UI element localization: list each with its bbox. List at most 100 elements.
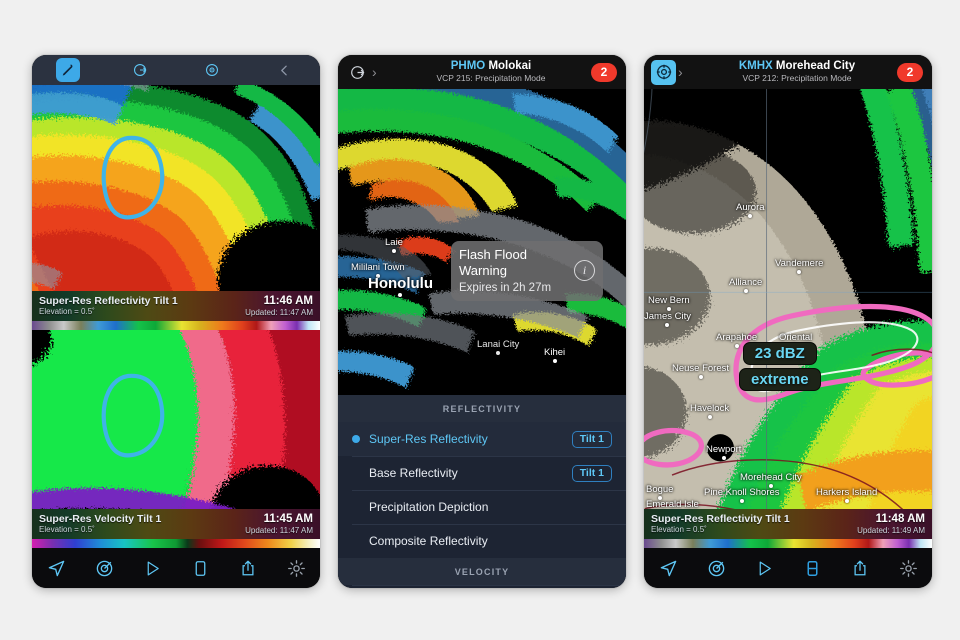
site-name: Molokai	[488, 60, 532, 73]
product-time: 11:46 AM	[263, 294, 313, 307]
panel2-header-left[interactable]: ›	[338, 60, 391, 85]
menu-item-base-reflectivity[interactable]: Base Reflectivity Tilt 1	[338, 456, 626, 490]
site-subtitle: VCP 212: Precipitation Mode	[742, 73, 852, 84]
collapse-chevron-icon[interactable]	[272, 58, 296, 82]
locate-icon[interactable]	[43, 555, 69, 581]
edit-icon[interactable]	[56, 58, 80, 82]
radar-icon[interactable]	[91, 555, 117, 581]
city-label: Pine Knoll Shores	[704, 487, 780, 503]
product-title: Super-Res Velocity Tilt 1	[39, 513, 162, 526]
alert-count-badge[interactable]: 2	[591, 62, 617, 82]
info-icon[interactable]: i	[574, 260, 595, 282]
flash-flood-warning-callout[interactable]: Flash Flood Warning Expires in 2h 27m i	[451, 241, 603, 301]
site-name: Morehead City	[775, 60, 856, 73]
city-label: James City	[644, 311, 691, 327]
phone-panel-kmhx-radar: › KMHX Morehead City VCP 212: Precipitat…	[644, 55, 932, 588]
expand-chevron-icon[interactable]: ›	[372, 65, 377, 79]
city-label: Morehead City	[740, 472, 802, 488]
menu-section-header: VELOCITY	[338, 558, 626, 585]
tilt-button[interactable]: Tilt 1	[571, 464, 612, 482]
split-pane-icon[interactable]	[799, 555, 825, 581]
radar-site-icon[interactable]	[651, 59, 676, 85]
share-icon[interactable]	[235, 555, 261, 581]
annotation-loop-top	[101, 135, 165, 220]
panel3-bottom-toolbar	[644, 548, 932, 588]
menu-section-header: REFLECTIVITY	[338, 395, 626, 422]
panel2-header: › PHMO Molokai VCP 215: Precipitation Mo…	[338, 55, 626, 89]
product-updated: Updated: 11:49 AM	[857, 526, 925, 536]
alert-count-badge[interactable]: 2	[897, 62, 923, 82]
panel1-bottom-toolbar	[32, 548, 320, 588]
panel3-header-title-block: KMHX Morehead City VCP 212: Precipitatio…	[697, 60, 897, 83]
city-label: Aurora	[736, 202, 765, 218]
product-title: Super-Res Reflectivity Tilt 1	[651, 513, 790, 526]
product-time: 11:45 AM	[263, 512, 313, 525]
panel1-velocity-map[interactable]: Super-Res Velocity Tilt 1 Elevation = 0.…	[32, 330, 320, 548]
city-label: Vandemere	[775, 258, 823, 274]
city-label: Laie	[385, 237, 403, 253]
layers-icon[interactable]	[128, 58, 152, 82]
phone-panel-product-menu: › PHMO Molokai VCP 215: Precipitation Mo…	[338, 55, 626, 588]
city-label: Newport	[706, 444, 741, 460]
panel1-reflectivity-map[interactable]: Super-Res Reflectivity Tilt 1 Elevation …	[32, 85, 320, 330]
product-menu-list: REFLECTIVITY Super-Res Reflectivity Tilt…	[338, 395, 626, 588]
alert-title: Flash Flood Warning	[459, 247, 527, 279]
city-label: Kihei	[544, 347, 565, 363]
city-label: Alliance	[729, 277, 762, 293]
menu-item-super-res-reflectivity[interactable]: Super-Res Reflectivity Tilt 1	[338, 422, 626, 456]
site-code: KMHX	[738, 60, 773, 73]
radar-site-icon[interactable]	[200, 58, 224, 82]
panel3-infobar: Super-Res Reflectivity Tilt 1 Elevation …	[644, 509, 932, 539]
annotation-loop-bottom	[101, 373, 165, 458]
selected-dot-icon	[352, 435, 360, 443]
reflectivity-descriptor: extreme	[739, 368, 821, 391]
panel2-header-title-block: PHMO Molokai VCP 215: Precipitation Mode	[391, 60, 591, 83]
radar-icon[interactable]	[703, 555, 729, 581]
city-label: Havelock	[690, 403, 729, 419]
panel3-header: › KMHX Morehead City VCP 212: Precipitat…	[644, 55, 932, 89]
menu-item-label: Precipitation Depiction	[369, 500, 489, 514]
panel3-map[interactable]: Aurora Vandemere Alliance New Bern James…	[644, 89, 932, 548]
reflectivity-colorbar	[32, 321, 320, 330]
city-label: New Bern	[648, 295, 690, 311]
velocity-colorbar	[32, 539, 320, 548]
single-pane-icon[interactable]	[187, 555, 213, 581]
tilt-button[interactable]: Tilt 1	[571, 430, 612, 448]
phone-panel-dual-view: Super-Res Reflectivity Tilt 1 Elevation …	[32, 55, 320, 588]
reflectivity-colorbar	[644, 539, 932, 548]
play-icon[interactable]	[139, 555, 165, 581]
city-label: Honolulu	[368, 275, 433, 297]
settings-icon[interactable]	[895, 555, 921, 581]
product-updated: Updated: 11:47 AM	[245, 526, 313, 536]
city-label: Lanai City	[477, 339, 519, 355]
menu-item-composite-reflectivity[interactable]: Composite Reflectivity	[338, 524, 626, 558]
play-icon[interactable]	[751, 555, 777, 581]
city-label: Bogue	[646, 484, 673, 500]
menu-item-precipitation-depiction[interactable]: Precipitation Depiction	[338, 490, 626, 524]
site-title: KMHX Morehead City	[697, 60, 897, 73]
site-subtitle: VCP 215: Precipitation Mode	[436, 73, 546, 84]
product-elevation: Elevation = 0.5˚	[39, 525, 95, 535]
share-icon[interactable]	[847, 555, 873, 581]
city-label: Harkers Island	[816, 487, 877, 503]
product-elevation: Elevation = 0.5˚	[39, 307, 95, 317]
product-elevation: Elevation = 0.5˚	[651, 525, 707, 535]
panel3-header-left[interactable]: ›	[644, 59, 697, 85]
alert-subtitle: Expires in 2h 27m	[459, 281, 552, 294]
panel2-map[interactable]: Laie Mililani Town Honolulu Lanai City K…	[338, 89, 626, 395]
menu-item-super-res-velocity[interactable]: Super-Res Velocity Tilt 1	[338, 585, 626, 588]
reflectivity-readout-callout[interactable]: 23 dBZ extreme	[739, 342, 821, 391]
reflectivity-value: 23 dBZ	[742, 342, 817, 365]
panel1-bottom-infobar: Super-Res Velocity Tilt 1 Elevation = 0.…	[32, 509, 320, 539]
menu-item-label: Super-Res Reflectivity	[369, 432, 488, 446]
settings-icon[interactable]	[283, 555, 309, 581]
expand-chevron-icon[interactable]: ›	[678, 65, 683, 79]
product-title: Super-Res Reflectivity Tilt 1	[39, 295, 178, 308]
site-title: PHMO Molokai	[391, 60, 591, 73]
screenshot-root: Super-Res Reflectivity Tilt 1 Elevation …	[0, 0, 960, 640]
panel1-top-infobar: Super-Res Reflectivity Tilt 1 Elevation …	[32, 291, 320, 321]
locate-icon[interactable]	[655, 555, 681, 581]
layers-icon[interactable]	[345, 60, 370, 85]
product-time: 11:48 AM	[875, 512, 925, 525]
product-updated: Updated: 11:47 AM	[245, 308, 313, 318]
